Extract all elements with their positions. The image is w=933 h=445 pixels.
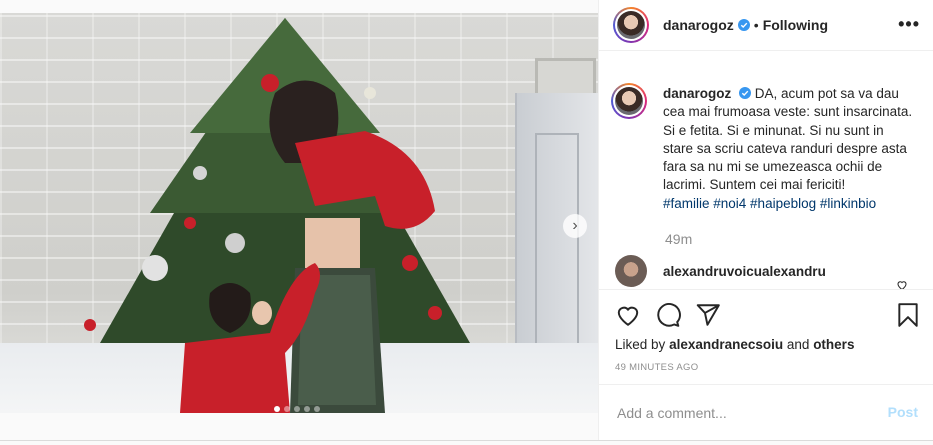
verified-badge-icon <box>737 19 750 31</box>
post-photo-area: › <box>0 0 598 440</box>
christmas-tree-scene <box>84 18 470 413</box>
caption-row: danarogoz DA, acum pot sa va dau cea mai… <box>599 60 933 213</box>
post-container: › danarogoz • Following ••• danarogoz DA… <box>0 0 933 441</box>
caption-username[interactable]: danarogoz <box>663 86 731 101</box>
commenter-username[interactable]: alexandruvoicualexandru <box>663 264 826 279</box>
verified-badge-icon <box>739 87 752 99</box>
caption-hashtags[interactable]: #familie #noi4 #haipeblog #linkinbio <box>663 196 876 211</box>
bookmark-icon[interactable] <box>895 302 921 328</box>
carousel-dot <box>304 406 310 412</box>
add-comment-input[interactable] <box>615 401 869 425</box>
carousel-next-button[interactable]: › <box>563 214 587 238</box>
caption-avatar[interactable] <box>611 83 647 119</box>
likes-summary: Liked by alexandranecsoiu and others <box>615 337 854 352</box>
post-comment-button[interactable]: Post <box>888 404 918 420</box>
post-timestamp[interactable]: 49 MINUTES AGO <box>615 362 698 373</box>
carousel-dot <box>274 406 280 412</box>
share-icon[interactable] <box>695 302 721 328</box>
caption-text: DA, acum pot sa va dau cea mai frumoasa … <box>663 86 913 193</box>
author-avatar[interactable] <box>613 7 649 43</box>
add-comment-section: Post <box>599 384 933 441</box>
chevron-right-icon: › <box>572 217 578 234</box>
post-side-panel: danarogoz • Following ••• danarogoz DA, … <box>598 0 933 440</box>
heart-icon[interactable] <box>615 302 641 328</box>
post-actions-bar <box>599 289 933 340</box>
carousel-indicator <box>274 406 320 412</box>
likes-others-link[interactable]: others <box>813 337 854 352</box>
post-image[interactable]: › <box>0 13 598 413</box>
likes-prefix: Liked by <box>615 337 666 352</box>
commenter-avatar[interactable] <box>615 255 647 288</box>
comment-icon[interactable] <box>655 302 681 328</box>
carousel-dot <box>284 406 290 412</box>
likes-and: and <box>786 337 810 352</box>
following-button[interactable]: Following <box>763 17 828 33</box>
likes-user-link[interactable]: alexandranecsoiu <box>669 337 783 352</box>
header-separator: • <box>753 17 759 33</box>
comments-list: danarogoz DA, acum pot sa va dau cea mai… <box>599 60 933 289</box>
author-username[interactable]: danarogoz <box>663 17 734 33</box>
carousel-dot <box>314 406 320 412</box>
comment-like-icon[interactable] <box>896 279 908 289</box>
post-header: danarogoz • Following ••• <box>599 0 933 51</box>
caption-text-block: danarogoz DA, acum pot sa va dau cea mai… <box>663 85 913 213</box>
caption-time: 49m <box>665 231 693 248</box>
comment-item: alexandruvoicualexandru <box>615 255 933 288</box>
more-options-icon[interactable]: ••• <box>898 15 920 33</box>
carousel-dot <box>294 406 300 412</box>
